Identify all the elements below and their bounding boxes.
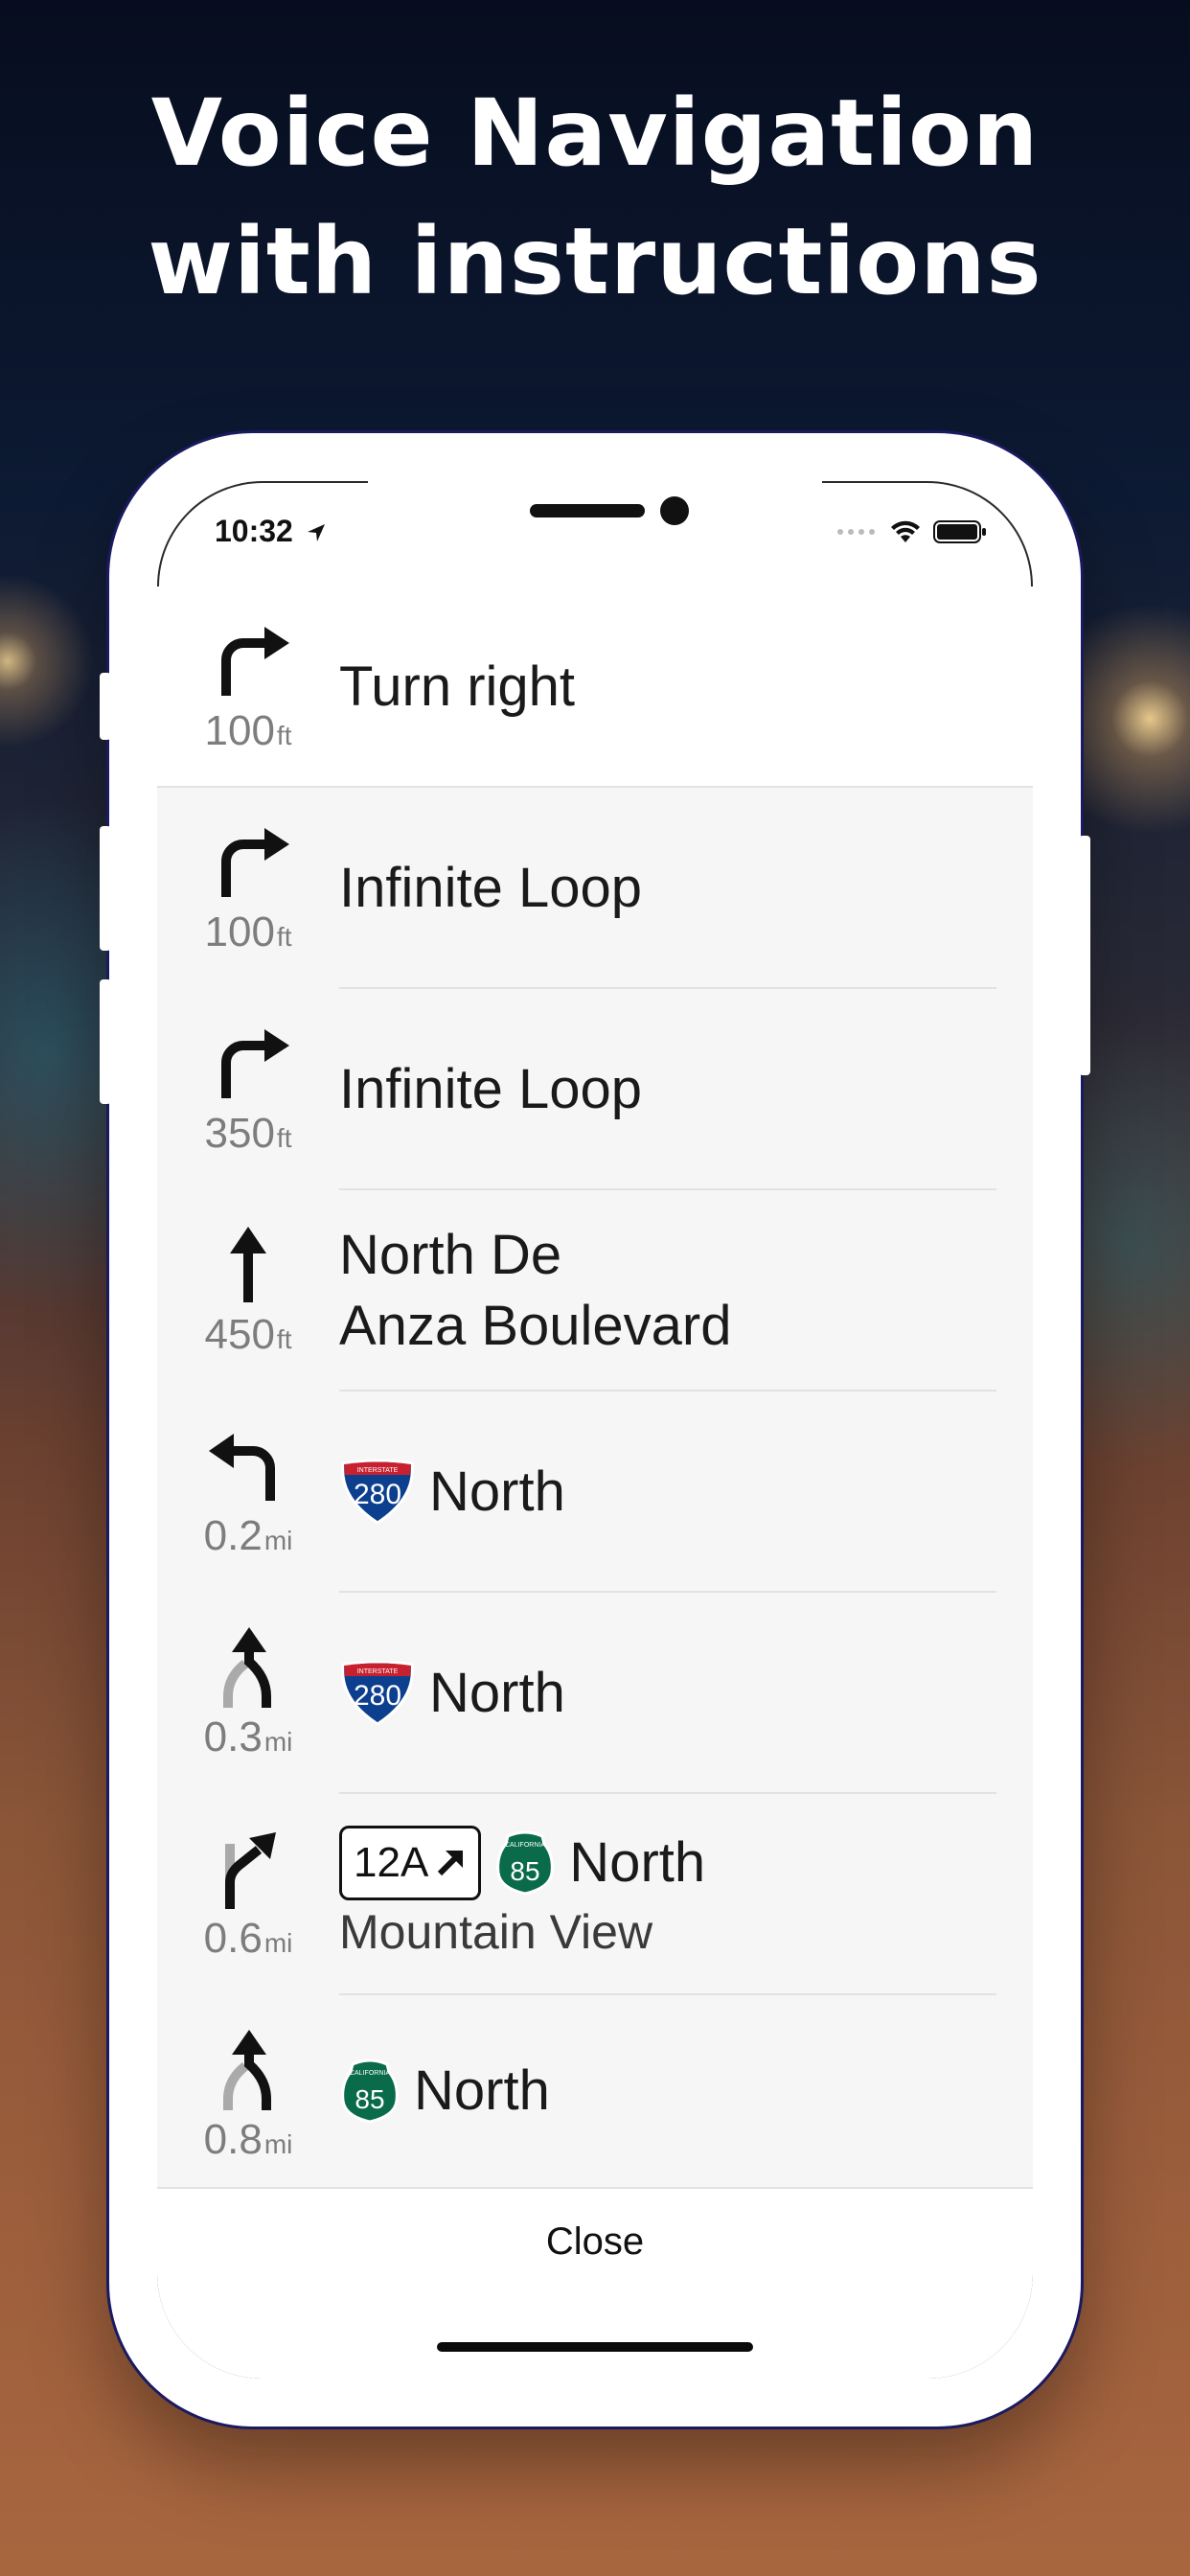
phone-frame: 10:32 100ft Turn right 100ft Infinite Lo… (100, 433, 1090, 2426)
speaker-grille (530, 504, 645, 518)
step-instruction: North (429, 1662, 565, 1724)
step-instruction-line-2: Anza Boulevard (339, 1295, 732, 1357)
straight-icon (230, 1227, 266, 1302)
mute-switch (100, 673, 111, 740)
svg-text:INTERSTATE: INTERSTATE (357, 1668, 399, 1675)
california-85-shield-icon: CALIFORNIA 85 (341, 2058, 399, 2124)
direction-step[interactable]: 100ft Turn right (157, 586, 1033, 788)
step-instruction: North (429, 1460, 565, 1523)
cellular-icon (837, 529, 875, 535)
volume-down-button (100, 979, 111, 1104)
california-85-shield-icon: CALIFORNIA 85 (496, 1830, 555, 1896)
exit-arrow-icon (438, 1851, 464, 1876)
step-distance: 0.8mi (203, 2116, 293, 2163)
interstate-280-shield-icon: INTERSTATE 280 (341, 1460, 414, 1525)
exit-right-icon (225, 1832, 276, 1909)
svg-text:280: 280 (354, 1479, 401, 1510)
direction-step[interactable]: 0.2mi INTERSTATE 280 North (157, 1392, 1033, 1593)
svg-text:85: 85 (511, 1856, 540, 1886)
step-distance: 0.2mi (203, 1512, 293, 1559)
direction-step[interactable]: 0.6mi 12A CALIFORNIA 85 North Mountain V… (157, 1794, 1033, 1995)
step-distance: 0.3mi (203, 1714, 293, 1760)
step-distance: 100ft (204, 908, 292, 955)
step-distance: 450ft (204, 1311, 292, 1358)
wifi-icon (891, 520, 920, 542)
home-indicator[interactable] (437, 2342, 753, 2352)
step-instruction: North (569, 1831, 706, 1894)
step-instruction: Infinite Loop (339, 857, 643, 919)
volume-up-button (100, 826, 111, 951)
turn-left-icon (209, 1434, 275, 1501)
step-distance: 350ft (204, 1110, 292, 1157)
step-subtext: Mountain View (339, 1905, 653, 1959)
direction-step[interactable]: 0.3mi INTERSTATE 280 North (157, 1593, 1033, 1794)
headline: Voice Navigation with instructions (0, 69, 1190, 326)
svg-text:CALIFORNIA: CALIFORNIA (350, 2070, 390, 2077)
notch (368, 481, 822, 546)
direction-step[interactable]: 350ft Infinite Loop (157, 989, 1033, 1190)
directions-list[interactable]: 100ft Turn right 100ft Infinite Loop 350… (157, 586, 1033, 2187)
battery-icon (933, 520, 986, 543)
turn-right-icon (221, 1029, 289, 1098)
svg-text:280: 280 (354, 1680, 401, 1712)
step-instruction-line-1: North De (339, 1224, 562, 1286)
direction-step[interactable]: 0.8mi CALIFORNIA 85 North (157, 1995, 1033, 2187)
turn-right-icon (221, 627, 289, 696)
step-instruction: Infinite Loop (339, 1058, 643, 1120)
svg-text:INTERSTATE: INTERSTATE (357, 1467, 399, 1474)
svg-text:CALIFORNIA: CALIFORNIA (505, 1842, 545, 1849)
close-button[interactable]: Close (157, 2189, 1033, 2294)
location-arrow-icon (307, 524, 325, 541)
svg-text:85: 85 (355, 2084, 384, 2114)
interstate-280-shield-icon: INTERSTATE 280 (341, 1661, 414, 1726)
status-icons (835, 518, 987, 546)
step-distance: 100ft (204, 707, 292, 754)
merge-icon (223, 2030, 271, 2110)
phone-screen: 10:32 100ft Turn right 100ft Infinite Lo… (157, 481, 1033, 2379)
close-bar: Close (157, 2187, 1033, 2379)
step-instruction: Turn right (339, 656, 576, 718)
headline-line-1: Voice Navigation (150, 80, 1040, 187)
step-instruction: North (414, 2059, 550, 2122)
step-distance: 0.6mi (203, 1915, 293, 1962)
direction-step[interactable]: 100ft Infinite Loop (157, 788, 1033, 989)
merge-icon (223, 1627, 271, 1708)
direction-step[interactable]: 450ft North De Anza Boulevard (157, 1190, 1033, 1392)
headline-line-2: with instructions (148, 208, 1042, 315)
front-camera (660, 496, 689, 525)
status-time: 10:32 (215, 514, 327, 549)
turn-right-icon (221, 828, 289, 897)
exit-number-badge: 12A (339, 1826, 482, 1900)
power-button (1079, 836, 1090, 1075)
